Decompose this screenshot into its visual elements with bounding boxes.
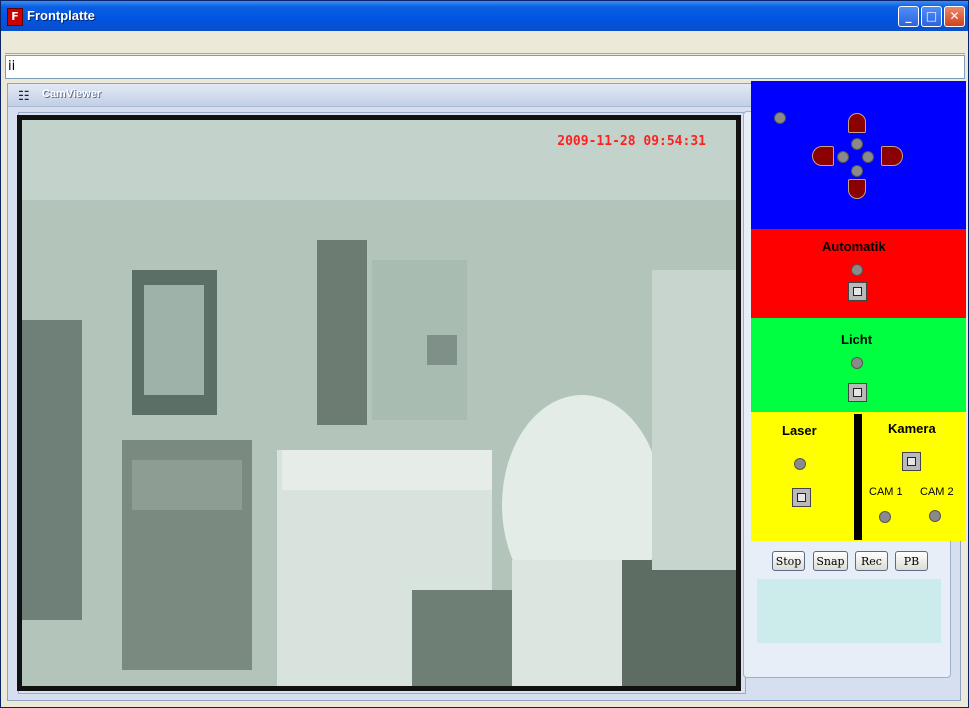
text-input-line[interactable]: ii [5, 55, 965, 79]
menu-bar [5, 31, 965, 54]
stop-button[interactable]: Stop [772, 551, 805, 571]
kamera-toggle-button[interactable] [902, 452, 921, 471]
arrow-down-button[interactable] [848, 179, 866, 199]
cam2-led[interactable] [929, 510, 941, 522]
camera-video-feed[interactable]: 2009-11-28 09:54:31 [17, 115, 741, 691]
window-title: Frontplatte [27, 8, 95, 23]
kamera-label: Kamera [888, 421, 936, 436]
cam1-label: CAM 1 [869, 486, 903, 498]
title-bar[interactable]: F Frontplatte _ □ ✕ [1, 1, 968, 31]
led-right [862, 151, 874, 163]
camviewer-title: CamViewer [42, 88, 102, 100]
direction-status-led [774, 112, 786, 124]
direction-panel [751, 81, 966, 229]
snap-button[interactable]: Snap [813, 551, 848, 571]
video-scene [22, 120, 736, 686]
cam2-label: CAM 2 [920, 486, 954, 498]
automatik-toggle-button[interactable] [848, 282, 867, 301]
arrow-left-button[interactable] [812, 146, 834, 166]
automatik-label: Automatik [822, 239, 886, 254]
video-timestamp: 2009-11-28 09:54:31 [557, 134, 706, 149]
side-panel-tint [757, 579, 941, 643]
led-down [851, 165, 863, 177]
pb-button[interactable]: PB [895, 551, 928, 571]
panel-divider [854, 414, 862, 540]
laser-toggle-button[interactable] [792, 488, 811, 507]
main-window: F Frontplatte _ □ ✕ ii ☷ CamViewer 2009-… [0, 0, 969, 708]
led-up [851, 138, 863, 150]
licht-led [851, 357, 863, 369]
maximize-button[interactable]: □ [921, 6, 942, 27]
laser-label: Laser [782, 423, 817, 438]
licht-toggle-button[interactable] [848, 383, 867, 402]
led-left [837, 151, 849, 163]
arrow-up-button[interactable] [848, 113, 866, 133]
automatik-led [851, 264, 863, 276]
laser-led [794, 458, 806, 470]
rec-button[interactable]: Rec [855, 551, 888, 571]
cam1-led[interactable] [879, 511, 891, 523]
binoculars-icon: ☷ [18, 88, 30, 103]
minimize-button[interactable]: _ [898, 6, 919, 27]
close-button[interactable]: ✕ [944, 6, 965, 27]
arrow-right-button[interactable] [881, 146, 903, 166]
licht-label: Licht [841, 332, 873, 347]
app-icon: F [7, 8, 23, 26]
